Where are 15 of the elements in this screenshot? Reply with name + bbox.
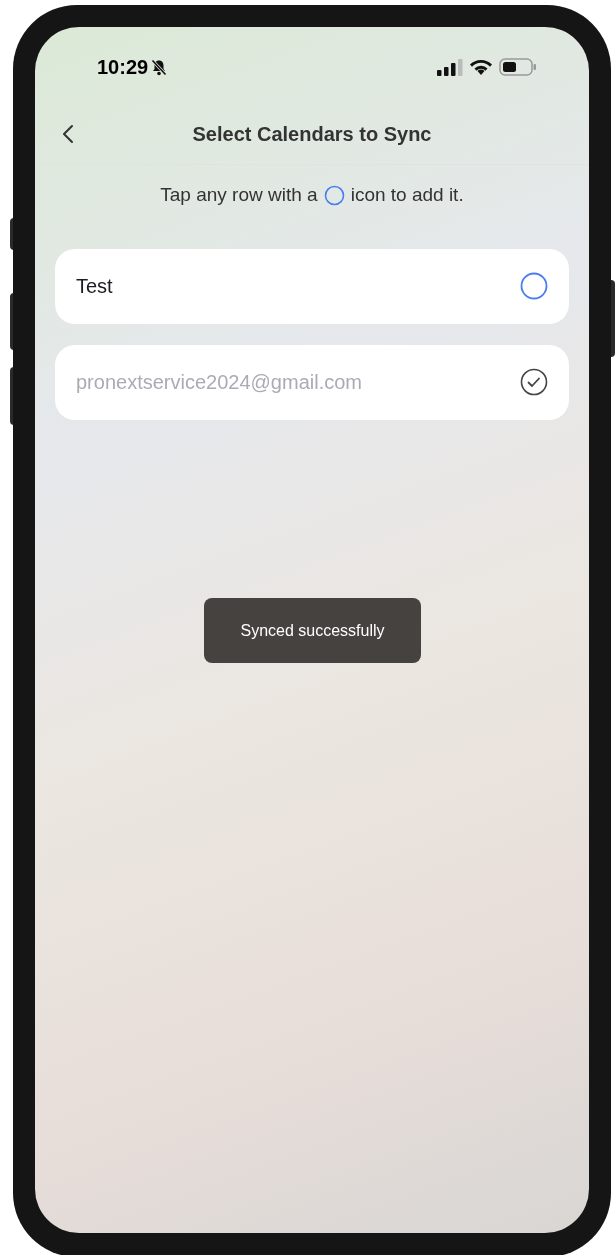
page-title: Select Calendars to Sync bbox=[192, 121, 432, 147]
calendar-name: pronextservice2024@gmail.com bbox=[76, 370, 362, 395]
calendar-row[interactable]: Test bbox=[55, 248, 569, 324]
empty-circle-icon[interactable] bbox=[520, 272, 548, 300]
calendar-name: Test bbox=[76, 274, 113, 299]
hint-text: icon to add it. bbox=[350, 183, 464, 207]
checkmark-circle-icon[interactable] bbox=[520, 368, 548, 396]
toast: Synced successfully bbox=[204, 598, 421, 663]
hint-text: Tap any row with a bbox=[160, 183, 318, 207]
battery-icon bbox=[499, 58, 537, 76]
status-time: 10:29 bbox=[97, 55, 149, 80]
back-chevron-icon bbox=[62, 124, 74, 144]
circle-icon bbox=[323, 184, 345, 206]
wifi-icon bbox=[469, 58, 493, 76]
cellular-signal-icon bbox=[437, 58, 463, 76]
